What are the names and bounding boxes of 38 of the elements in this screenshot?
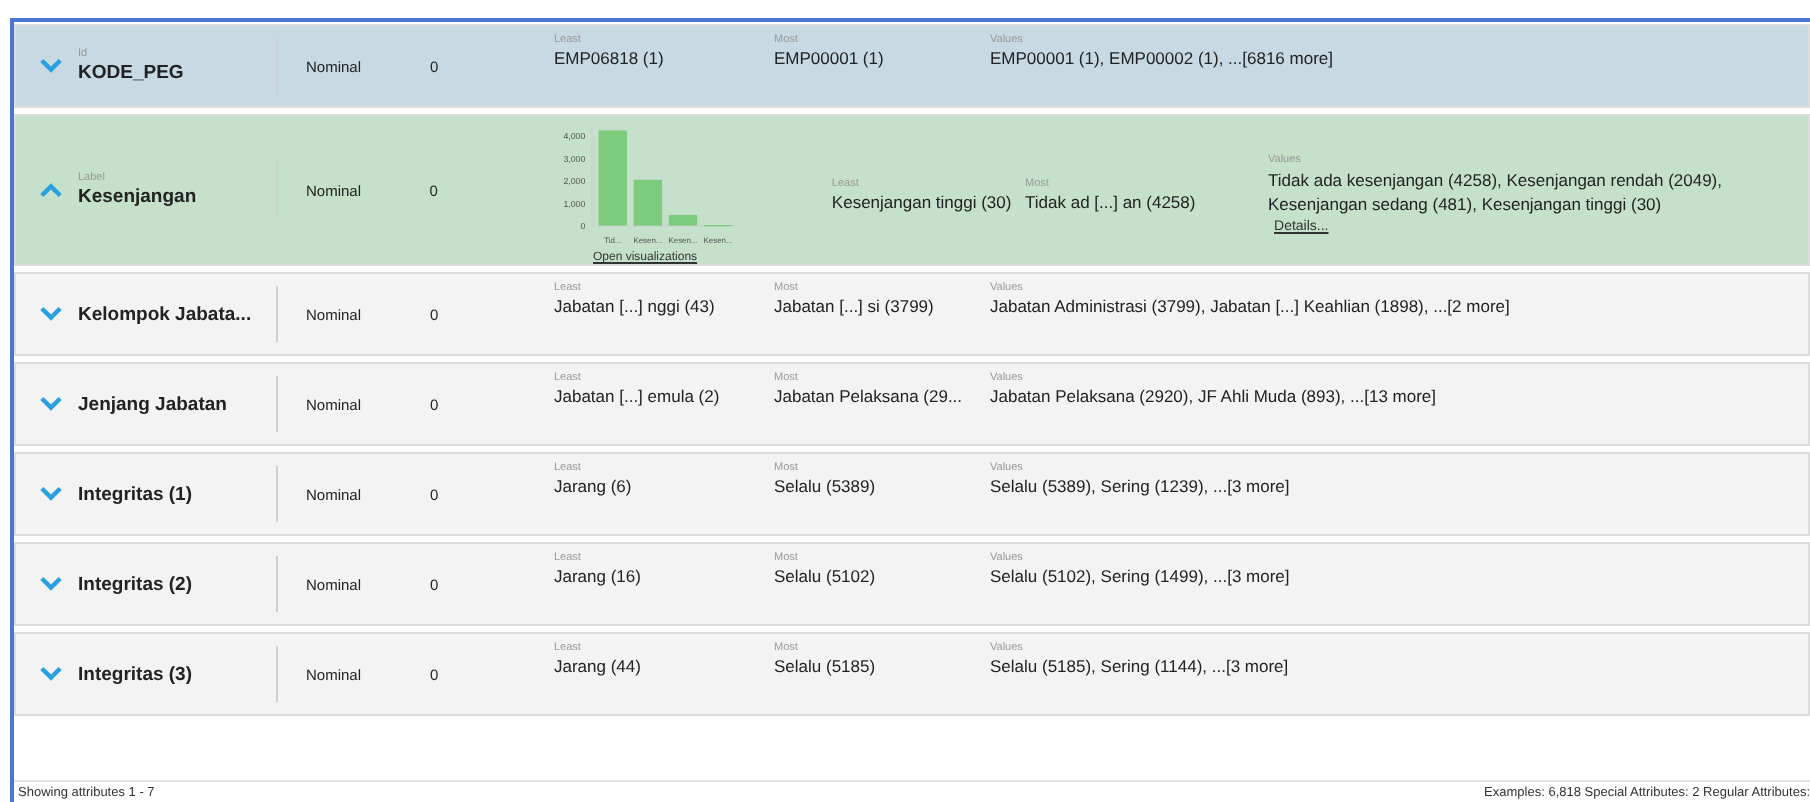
least-value: Jarang (44): [554, 656, 643, 676]
bar: [667, 214, 697, 226]
least-value: Jabatan [...] nggi (43): [554, 296, 717, 316]
values-summary: EMP00001 (1), EMP00002 (1), ...[6816 more]: [990, 48, 1336, 68]
least-value: Jarang (16): [554, 566, 643, 586]
values-summary: Jabatan Administrasi (3799), Jabatan [...] Keahlian (1898), ...[2 more]: [990, 296, 1512, 316]
chevron-icon[interactable]: [40, 576, 62, 592]
most-value: Selalu (5102): [774, 566, 878, 586]
chevron-icon[interactable]: [40, 58, 62, 74]
attribute-name: Kelompok Jabata...: [78, 303, 252, 325]
least-value: Jarang (6): [554, 476, 634, 496]
chevron-icon[interactable]: [40, 396, 62, 412]
least-value: Jabatan [...] emula (2): [554, 386, 722, 406]
bar: [632, 179, 662, 226]
attribute-name: Integritas (2): [78, 573, 193, 595]
chevron-icon[interactable]: [40, 182, 62, 198]
bar: [597, 130, 627, 226]
chevron-icon[interactable]: [40, 486, 62, 502]
chevron-icon[interactable]: [40, 306, 62, 322]
values-summary: Jabatan Pelaksana (2920), JF Ahli Muda (893), ...[13 more]: [990, 386, 1439, 406]
most-value: Jabatan Pelaksana (29...: [774, 386, 965, 406]
attribute-name: Integritas (1): [78, 483, 193, 505]
most-value: Selalu (5185): [774, 656, 878, 676]
chevron-icon[interactable]: [40, 666, 62, 682]
values-summary: Tidak ada kesenjangan (4258), Kesenjangan rendah (2049), Kesenjangan sedang (481), Kesenjangan tinggi (30): [1268, 168, 1725, 216]
values-summary: Selalu (5102), Sering (1499), ...[3 more]: [990, 566, 1292, 586]
least-value: Kesenjangan tinggi (30): [831, 191, 1014, 211]
attribute-name: Jenjang Jabatan: [78, 393, 227, 415]
attribute-name: Kesenjangan: [78, 186, 197, 208]
attribute-name: KODE_PEG: [78, 62, 184, 84]
least-value: EMP06818 (1): [554, 48, 666, 68]
most-value: Jabatan [...] si (3799): [774, 296, 936, 316]
most-value: EMP00001 (1): [774, 48, 886, 68]
most-value: Selalu (5389): [774, 476, 878, 496]
attribute-name: Integritas (3): [78, 663, 193, 685]
most-value: Tidak ad [...] an (4258): [1025, 191, 1198, 211]
values-summary: Selalu (5389), Sering (1239), ...[3 more]: [990, 476, 1292, 496]
values-summary: Selalu (5185), Sering (1144), ...[3 more]: [990, 656, 1291, 676]
